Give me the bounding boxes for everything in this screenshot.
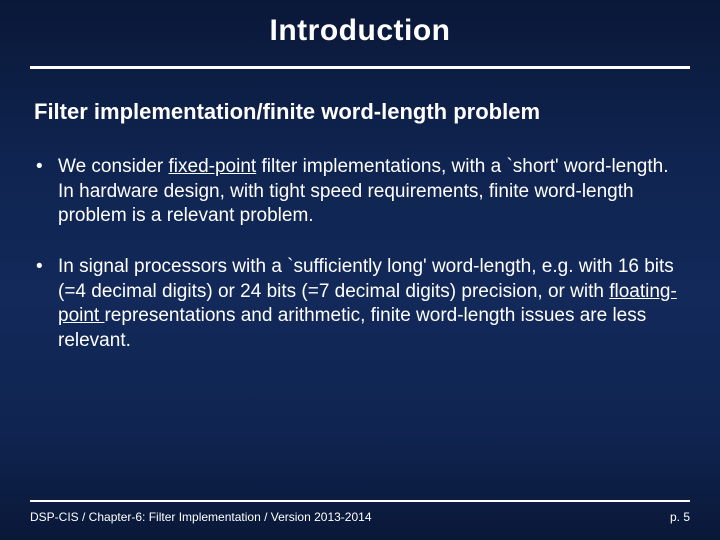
- footer-row: DSP-CIS / Chapter-6: Filter Implementati…: [30, 510, 690, 524]
- slide-title: Introduction: [0, 0, 720, 48]
- bullet-text: filter implementations, with a `short' w…: [256, 156, 668, 177]
- bullet-list: We consider fixed-point filter implement…: [0, 133, 720, 354]
- list-item: We consider fixed-point filter implement…: [34, 155, 686, 229]
- bullet-text: We consider: [58, 156, 169, 177]
- bullet-text: In signal processors with a `sufficientl…: [58, 256, 674, 302]
- underlined-term: fixed-point: [169, 156, 257, 177]
- footer-left: DSP-CIS / Chapter-6: Filter Implementati…: [30, 510, 372, 524]
- slide-footer: DSP-CIS / Chapter-6: Filter Implementati…: [30, 500, 690, 524]
- bullet-text: representations and arithmetic, finite w…: [58, 305, 646, 351]
- page-number: p. 5: [670, 510, 690, 524]
- list-item: In signal processors with a `sufficientl…: [34, 255, 686, 354]
- slide-subtitle: Filter implementation/finite word-length…: [0, 69, 720, 133]
- footer-divider: [30, 500, 690, 502]
- bullet-text: In hardware design, with tight speed req…: [58, 181, 634, 227]
